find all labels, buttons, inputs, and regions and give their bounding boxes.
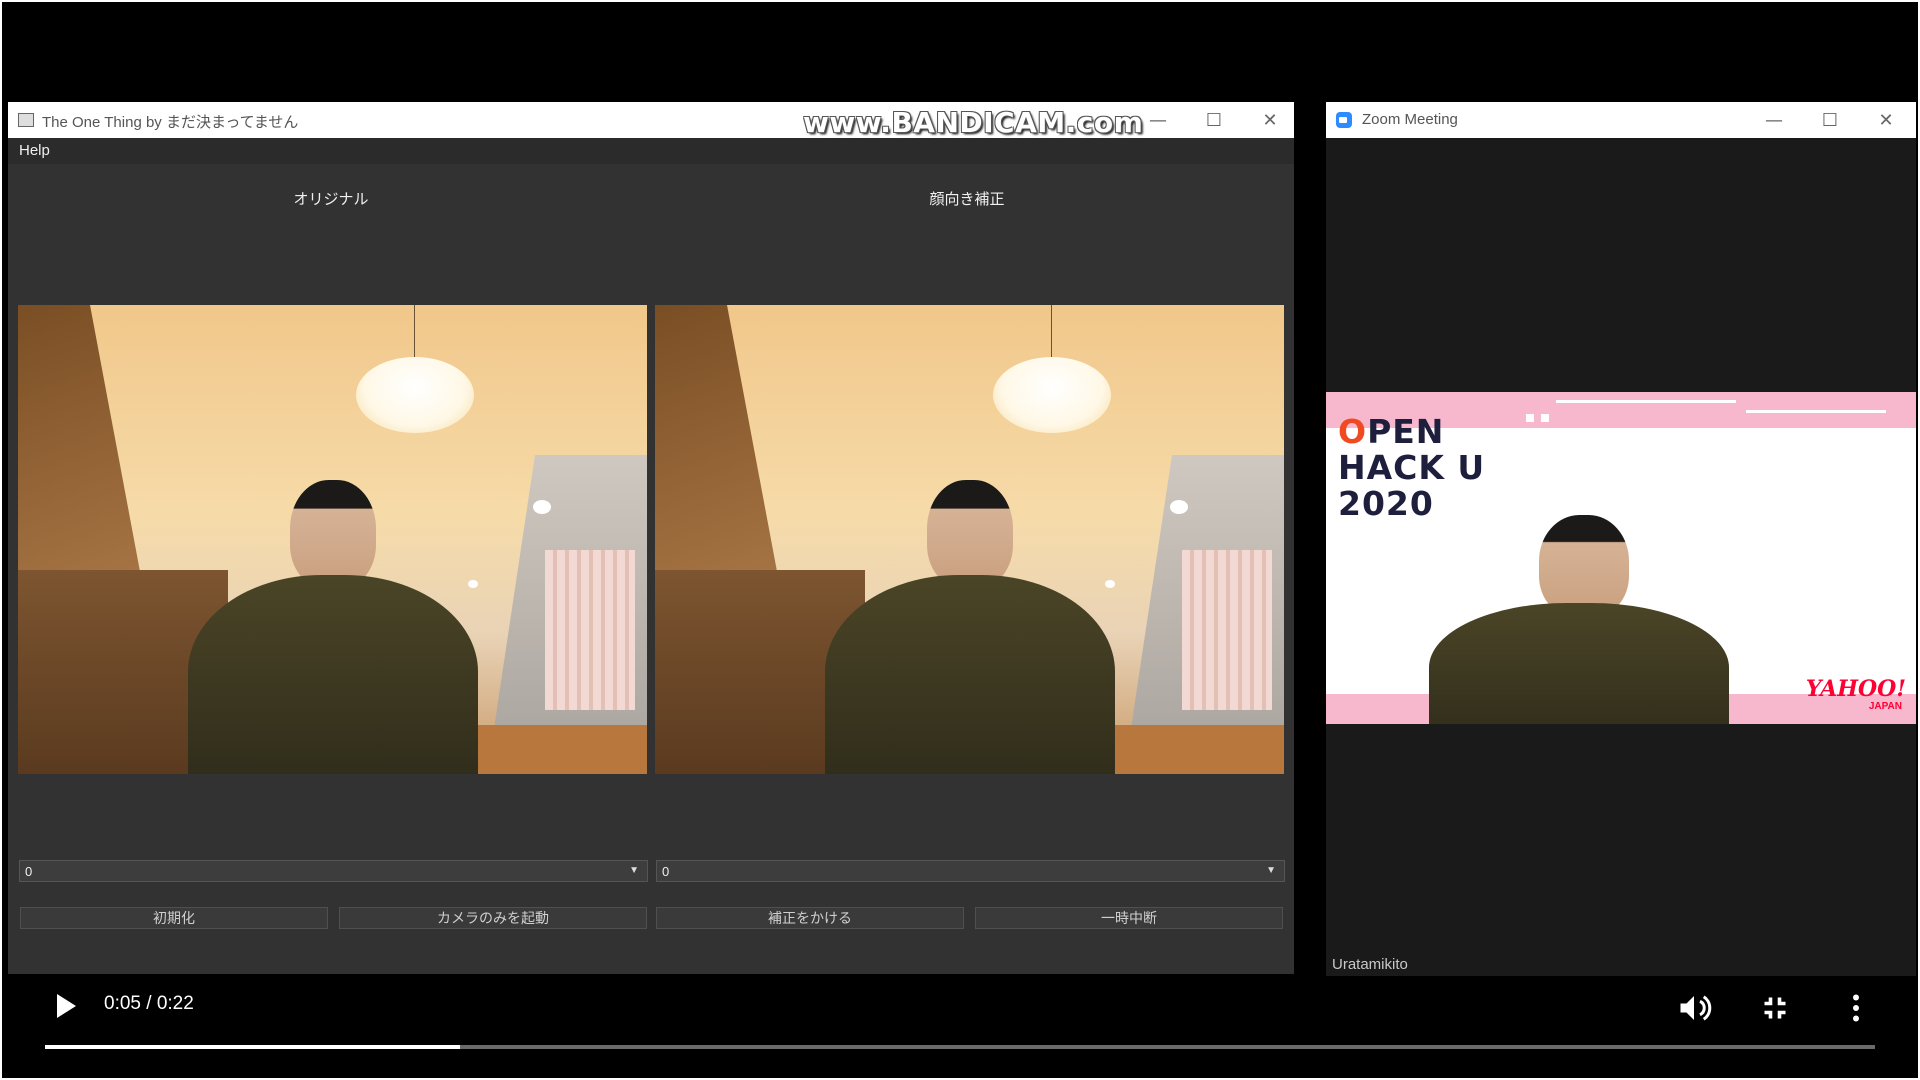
more-vertical-icon[interactable]	[1838, 990, 1874, 1031]
zoom-participant-video: OPEN HACK U 2020 YAHOO! JAPAN	[1326, 392, 1916, 724]
menu-help[interactable]: Help	[19, 142, 50, 159]
participant-name: Uratamikito	[1332, 956, 1408, 973]
initialize-button[interactable]: 初期化	[20, 907, 328, 929]
progress-fill	[45, 1045, 461, 1049]
open-hack-u-logo: OPEN HACK U 2020	[1338, 412, 1486, 523]
right-camera-select[interactable]: 0 ▼	[656, 860, 1285, 882]
app-window-icon	[18, 113, 34, 127]
original-video-feed	[18, 305, 647, 774]
yahoo-japan-label: JAPAN	[1868, 701, 1902, 712]
app-title: The One Thing by まだ決まってません	[42, 114, 299, 131]
maximize-icon[interactable]: ☐	[1802, 102, 1858, 138]
zoom-title: Zoom Meeting	[1362, 111, 1458, 128]
start-camera-only-button[interactable]: カメラのみを起動	[339, 907, 647, 929]
left-camera-select[interactable]: 0 ▼	[19, 860, 648, 882]
zoom-window: Zoom Meeting — ☐ ✕ OPEN HACK U 2020 YAHO…	[1326, 102, 1916, 976]
close-icon[interactable]: ✕	[1858, 102, 1914, 138]
menubar: Help	[8, 138, 1294, 164]
original-label: オリジナル	[293, 191, 369, 208]
maximize-icon[interactable]: ☐	[1186, 102, 1242, 138]
apply-correction-button[interactable]: 補正をかける	[656, 907, 964, 929]
yahoo-logo: YAHOO!	[1805, 676, 1906, 702]
progress-bar[interactable]	[45, 1045, 1875, 1049]
minimize-icon[interactable]: —	[1130, 102, 1186, 138]
zoom-titlebar[interactable]: Zoom Meeting — ☐ ✕	[1326, 102, 1916, 138]
volume-icon[interactable]	[1676, 990, 1712, 1031]
bandicam-watermark: www.BANDICAM.com	[803, 106, 1144, 139]
zoom-app-icon	[1336, 112, 1352, 128]
time-display: 0:05 / 0:22	[104, 993, 194, 1014]
pause-button[interactable]: 一時中断	[975, 907, 1283, 929]
participant-figure	[1429, 515, 1729, 724]
left-camera-select-value: 0	[25, 864, 33, 879]
right-camera-select-value: 0	[662, 864, 670, 879]
minimize-icon[interactable]: —	[1746, 102, 1802, 138]
corrected-label: 顔向き補正	[929, 191, 1005, 208]
app-window: The One Thing by まだ決まってません www.BANDICAM.…	[8, 102, 1294, 974]
corrected-video-feed	[655, 305, 1284, 774]
close-icon[interactable]: ✕	[1242, 102, 1298, 138]
exit-fullscreen-icon[interactable]	[1757, 990, 1793, 1031]
chevron-down-icon: ▼	[1266, 865, 1276, 876]
chevron-down-icon: ▼	[629, 865, 639, 876]
play-icon[interactable]	[57, 994, 76, 1018]
app-titlebar[interactable]: The One Thing by まだ決まってません www.BANDICAM.…	[8, 102, 1294, 139]
